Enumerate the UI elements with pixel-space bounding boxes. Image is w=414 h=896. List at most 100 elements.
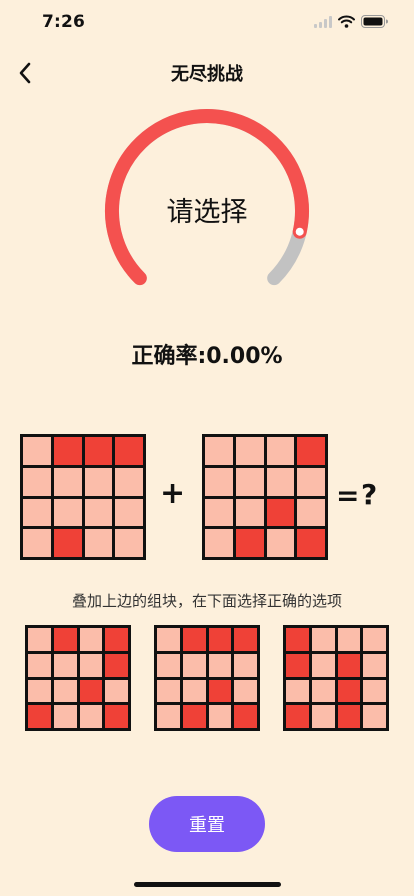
option-grid-3[interactable]: [283, 625, 389, 731]
grid-cell: [208, 705, 232, 728]
status-bar: 7:26: [0, 0, 414, 44]
grid-cell: [115, 437, 143, 465]
grid-cell: [297, 498, 325, 527]
grid-cell: [235, 529, 264, 557]
grid-cell: [105, 705, 128, 728]
grid-cell: [286, 628, 309, 651]
grid-cell: [337, 628, 361, 651]
grid-cell: [208, 679, 232, 703]
grid-cell: [297, 467, 325, 496]
grid-cell: [363, 679, 386, 703]
grid-cell: [23, 467, 51, 496]
grid-cell: [28, 653, 51, 677]
grid-cell: [115, 467, 143, 496]
progress-gauge: 请选择: [98, 104, 316, 304]
grid-cell: [205, 467, 233, 496]
gauge-label: 请选择: [166, 197, 248, 228]
grid-cell: [286, 705, 309, 728]
page-title: 无尽挑战: [171, 64, 243, 85]
grid-cell: [84, 529, 113, 557]
signal-icon: [314, 15, 332, 28]
grid-cell: [311, 705, 335, 728]
grid-cell: [84, 467, 113, 496]
grid-cell: [84, 498, 113, 527]
grid-cell: [286, 653, 309, 677]
grid-cell: [234, 653, 257, 677]
grid-cell: [105, 679, 128, 703]
grid-cell: [28, 628, 51, 651]
operand-grid-a: [20, 434, 146, 560]
grid-cell: [311, 628, 335, 651]
grid-cell: [286, 679, 309, 703]
grid-cell: [235, 498, 264, 527]
grid-cell: [297, 437, 325, 465]
grid-cell: [53, 705, 77, 728]
grid-cell: [205, 529, 233, 557]
grid-cell: [363, 628, 386, 651]
grid-cell: [28, 679, 51, 703]
grid-cell: [53, 653, 77, 677]
grid-cell: [23, 437, 51, 465]
grid-cell: [79, 705, 103, 728]
grid-cell: [53, 529, 82, 557]
grid-cell: [266, 467, 295, 496]
battery-icon: [361, 15, 388, 28]
grid-cell: [157, 653, 180, 677]
grid-cell: [53, 437, 82, 465]
grid-cell: [311, 653, 335, 677]
option-grid-1[interactable]: [25, 625, 131, 731]
grid-cell: [266, 529, 295, 557]
operand-grid-b: [202, 434, 328, 560]
grid-cell: [234, 628, 257, 651]
grid-cell: [157, 628, 180, 651]
grid-cell: [182, 679, 206, 703]
grid-cell: [337, 705, 361, 728]
home-indicator: [134, 882, 281, 887]
grid-cell: [157, 679, 180, 703]
grid-cell: [79, 679, 103, 703]
equals-sign: =: [336, 479, 360, 512]
status-time: 7:26: [42, 12, 86, 32]
status-icons: [314, 15, 388, 28]
grid-cell: [182, 628, 206, 651]
grid-cell: [266, 498, 295, 527]
grid-cell: [84, 437, 113, 465]
grid-cell: [182, 653, 206, 677]
grid-cell: [234, 705, 257, 728]
grid-cell: [235, 437, 264, 465]
grid-cell: [115, 529, 143, 557]
grid-cell: [266, 437, 295, 465]
grid-cell: [105, 628, 128, 651]
grid-cell: [337, 653, 361, 677]
grid-cell: [28, 705, 51, 728]
grid-cell: [363, 653, 386, 677]
grid-cell: [235, 467, 264, 496]
grid-cell: [105, 653, 128, 677]
grid-cell: [53, 628, 77, 651]
option-grid-2[interactable]: [154, 625, 260, 731]
nav-bar: 无尽挑战: [0, 50, 414, 96]
wifi-icon: [338, 15, 355, 28]
grid-cell: [205, 498, 233, 527]
accuracy-rate: 正确率:0.00%: [131, 344, 283, 369]
grid-cell: [182, 705, 206, 728]
question-mark: ?: [361, 478, 378, 511]
grid-cell: [115, 498, 143, 527]
grid-cell: [205, 437, 233, 465]
instruction-text: 叠加上边的组块，在下面选择正确的选项: [71, 592, 342, 610]
grid-cell: [23, 498, 51, 527]
grid-cell: [79, 628, 103, 651]
grid-cell: [337, 679, 361, 703]
grid-cell: [297, 529, 325, 557]
grid-cell: [79, 653, 103, 677]
grid-cell: [53, 467, 82, 496]
grid-cell: [234, 679, 257, 703]
grid-cell: [53, 679, 77, 703]
grid-cell: [311, 679, 335, 703]
reset-button[interactable]: 重置: [149, 796, 265, 852]
grid-cell: [53, 498, 82, 527]
plus-sign: +: [160, 476, 186, 511]
grid-cell: [208, 628, 232, 651]
grid-cell: [363, 705, 386, 728]
grid-cell: [157, 705, 180, 728]
